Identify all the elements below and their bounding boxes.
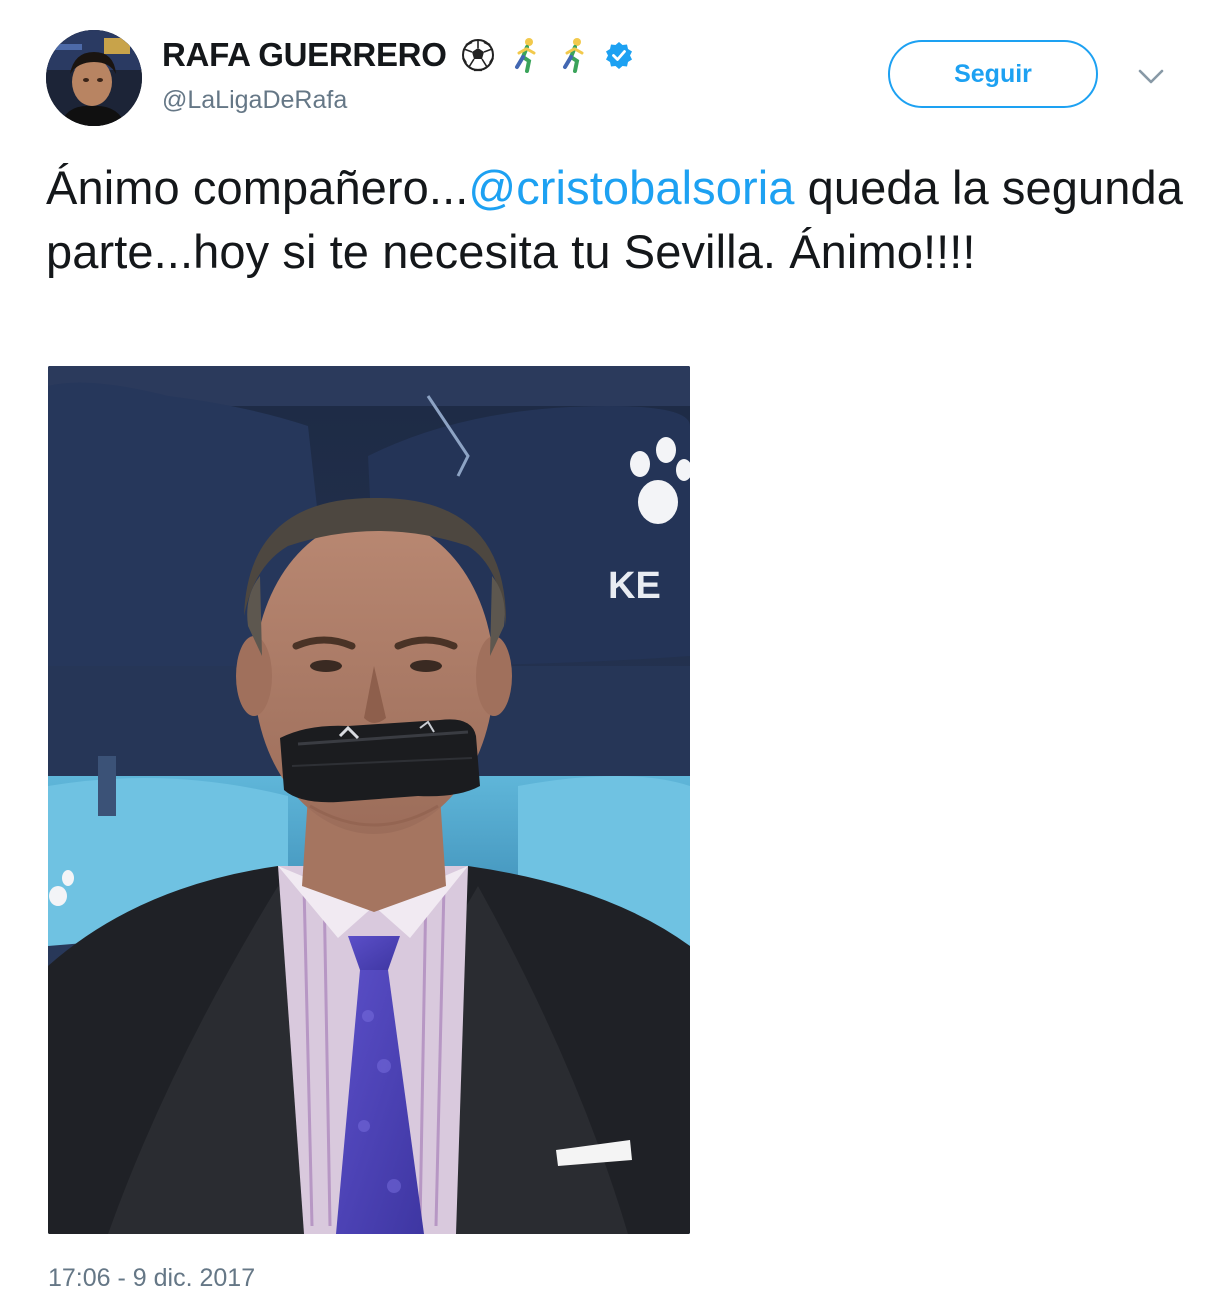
tweet-timestamp[interactable]: 17:06 - 9 dic. 2017 <box>48 1264 255 1293</box>
author-display-name[interactable]: RAFA GUERRERO <box>162 36 447 74</box>
tweet-card: RAFA GUERRERO @LaLigaDeRafa Seguir Ánimo… <box>0 0 1228 1312</box>
follow-button[interactable]: Seguir <box>888 40 1098 108</box>
mention-link[interactable]: @cristobalsoria <box>468 161 794 214</box>
avatar-image <box>46 30 142 126</box>
media-photo: KE <box>48 366 690 1234</box>
runner-icon <box>509 37 543 73</box>
author-handle[interactable]: @LaLigaDeRafa <box>162 86 347 115</box>
tweet-media-image[interactable]: KE <box>48 366 690 1234</box>
tweet-text: Ánimo compañero...@cristobalsoria queda … <box>46 156 1196 284</box>
author-avatar[interactable] <box>46 30 142 126</box>
soccer-ball-icon <box>461 38 495 72</box>
chevron-down-icon[interactable] <box>1136 64 1166 88</box>
media-logo-text: KE <box>608 565 661 607</box>
tweet-text-start: Ánimo compañero... <box>46 161 469 214</box>
verified-badge-icon <box>605 41 633 69</box>
author-display-name-row[interactable]: RAFA GUERRERO <box>162 36 633 74</box>
runner-icon <box>557 37 591 73</box>
